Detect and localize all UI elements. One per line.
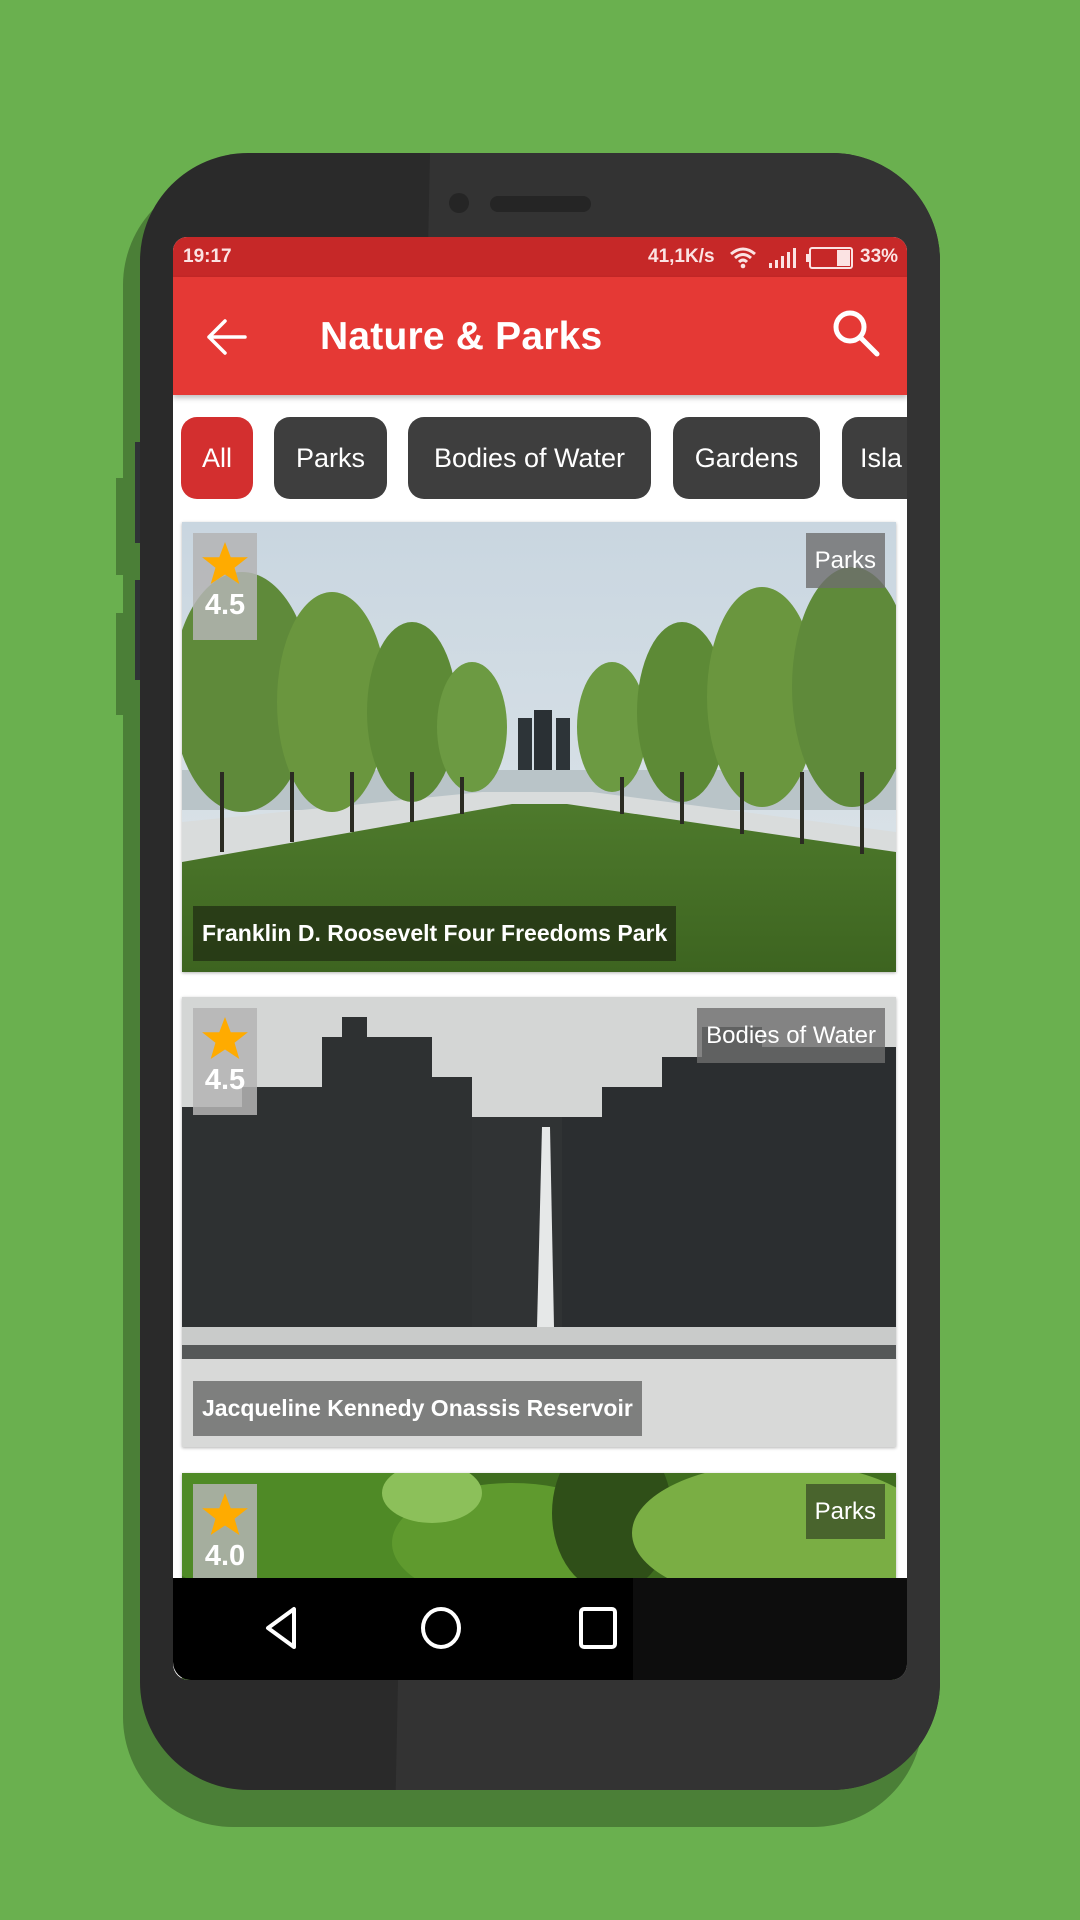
rating-value: 4.5 — [204, 1064, 246, 1096]
category-tag: Bodies of Water — [697, 1008, 885, 1063]
chip-label: Bodies of Water — [433, 443, 626, 473]
place-photo — [182, 997, 896, 1447]
rating-value: 4.5 — [204, 589, 246, 621]
page-title: Nature & Parks — [320, 315, 603, 358]
signal-icon — [768, 247, 796, 269]
filter-chip-bodies-of-water[interactable]: Bodies of Water — [408, 417, 651, 499]
phone-screen: 19:17 41,1K/s 33% Nature & Parks All Par… — [173, 237, 907, 1680]
rating-value: 4.0 — [204, 1540, 246, 1572]
chip-label: Gardens — [694, 443, 799, 473]
nav-bar-reflection — [633, 1578, 907, 1680]
arrow-left-icon[interactable] — [205, 315, 249, 359]
wifi-icon — [729, 245, 757, 269]
place-card[interactable]: 4.5 Bodies of Water Jacqueline Kennedy O… — [182, 997, 896, 1447]
app-bar: Nature & Parks — [173, 277, 907, 395]
chip-label: All — [201, 443, 232, 473]
filter-chip-islands[interactable]: Isla — [842, 417, 907, 499]
front-camera — [449, 193, 469, 213]
category-tag: Parks — [805, 533, 885, 588]
nav-back-icon[interactable] — [258, 1603, 308, 1653]
search-icon[interactable] — [830, 307, 884, 361]
status-bar: 19:17 41,1K/s 33% — [173, 237, 907, 277]
filter-chip-gardens[interactable]: Gardens — [673, 417, 820, 499]
chip-label: Isla — [860, 443, 903, 473]
filter-chip-all[interactable]: All — [181, 417, 253, 499]
rating-badge: 4.5 — [193, 533, 257, 640]
category-tag: Parks — [805, 1484, 885, 1539]
place-title: Franklin D. Roosevelt Four Freedoms Park — [193, 906, 677, 961]
chip-label: Parks — [295, 443, 366, 473]
star-icon — [202, 1017, 248, 1059]
rating-badge: 4.5 — [193, 1008, 257, 1115]
battery-icon — [806, 247, 854, 269]
star-icon — [202, 1493, 248, 1535]
category-filter-bar: All Parks Bodies of Water Gardens Isla — [173, 417, 907, 501]
filter-chip-parks[interactable]: Parks — [274, 417, 387, 499]
place-photo — [182, 522, 896, 972]
battery-percent: 33% — [860, 246, 899, 267]
place-title: Jacqueline Kennedy Onassis Reservoir — [193, 1381, 642, 1436]
system-nav-bar — [173, 1578, 907, 1680]
star-icon — [202, 542, 248, 584]
place-card[interactable]: 4.5 Parks Franklin D. Roosevelt Four Fre… — [182, 522, 896, 972]
nav-recents-icon[interactable] — [573, 1603, 623, 1653]
status-time: 19:17 — [183, 246, 232, 267]
earpiece-speaker — [490, 196, 591, 212]
rating-badge: 4.0 — [193, 1484, 257, 1591]
network-speed: 41,1K/s — [648, 246, 715, 267]
nav-home-icon[interactable] — [416, 1603, 466, 1653]
